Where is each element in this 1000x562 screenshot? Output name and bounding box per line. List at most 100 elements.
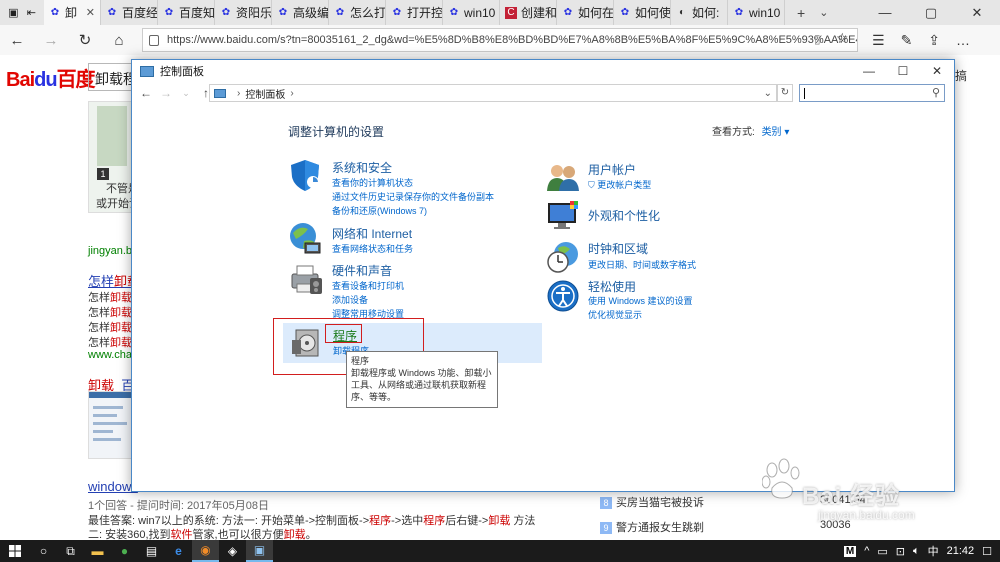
- monitor-palette-icon[interactable]: [546, 199, 582, 236]
- breadcrumb-separator-icon[interactable]: ›: [290, 88, 293, 99]
- category-link[interactable]: 使用 Windows 建议的设置: [588, 294, 693, 307]
- hot-list-item[interactable]: 8 买房当猫宅被投诉: [600, 494, 760, 510]
- tab-9[interactable]: ✿ 如何在: [557, 0, 614, 25]
- notification-icon[interactable]: ☐: [982, 545, 992, 558]
- chevron-down-icon[interactable]: ⌄: [764, 88, 776, 99]
- favorite-star-icon[interactable]: ☆: [836, 30, 849, 47]
- category-link[interactable]: 查看网络状态和任务: [332, 242, 413, 255]
- category-title[interactable]: 用户帐户: [588, 161, 636, 178]
- programs-tooltip: 程序 卸载程序或 Windows 功能、卸载小工具、从网络或通过联机获取新程序、…: [346, 351, 498, 408]
- firefox-icon[interactable]: ◉: [192, 540, 219, 562]
- close-tab-icon[interactable]: ✕: [86, 6, 95, 19]
- shield-icon[interactable]: [288, 158, 322, 195]
- forward-arrow-icon[interactable]: →: [34, 32, 68, 49]
- maximize-icon[interactable]: ☐: [886, 60, 920, 82]
- task-view-icon[interactable]: ⧉: [57, 540, 84, 562]
- address-bar[interactable]: https://www.baidu.com/s?tn=80035161_2_dg…: [142, 28, 858, 52]
- category-title[interactable]: 时钟和区域: [588, 240, 648, 257]
- view-by-dropdown[interactable]: 类别 ▾: [762, 127, 790, 138]
- volume-icon[interactable]: 🔈︎: [913, 545, 920, 558]
- result-thumbnail[interactable]: [88, 391, 133, 459]
- store-icon[interactable]: ▤: [138, 540, 165, 562]
- tray-up-chevron-icon[interactable]: ^: [864, 545, 869, 557]
- tab-3[interactable]: ✿ 资阳乐: [215, 0, 272, 25]
- search-icon[interactable]: ⚲: [932, 86, 940, 99]
- clock-time[interactable]: 21:42: [947, 545, 975, 557]
- file-explorer-icon[interactable]: ▬: [84, 540, 111, 562]
- control-panel-taskbar-icon[interactable]: ▣: [246, 540, 273, 562]
- home-icon[interactable]: ⌂: [102, 32, 136, 49]
- category-link[interactable]: 更改日期、时间或数字格式: [588, 258, 696, 271]
- 360-browser-icon[interactable]: ●: [111, 540, 138, 562]
- tab-label: win10: [464, 5, 496, 20]
- tab-active[interactable]: ✿ 卸 ✕: [44, 0, 101, 25]
- edge-icon[interactable]: e: [165, 540, 192, 562]
- forward-arrow-icon[interactable]: →: [156, 86, 176, 100]
- minimize-icon[interactable]: —: [862, 0, 908, 25]
- category-link[interactable]: 添加设备: [332, 293, 368, 306]
- baidu-logo[interactable]: Baidu百度: [6, 63, 96, 92]
- close-window-icon[interactable]: ✕: [954, 0, 1000, 25]
- media-app-icon[interactable]: ◈: [219, 540, 246, 562]
- breadcrumb-separator-icon[interactable]: ›: [237, 88, 240, 99]
- category-title[interactable]: 系统和安全: [332, 159, 392, 176]
- hot-text: 警方通报女生跳剃: [616, 522, 704, 534]
- top-right-link[interactable]: 搞: [955, 67, 967, 84]
- category-link[interactable]: 查看你的计算机状态: [332, 176, 413, 189]
- tab-8[interactable]: C 创建和: [500, 0, 557, 25]
- tab-12[interactable]: ✿ win10: [728, 0, 785, 25]
- category-title[interactable]: 硬件和声音: [332, 262, 392, 279]
- reading-view-icon[interactable]: ▯: [814, 32, 821, 46]
- refresh-icon[interactable]: ↻: [68, 31, 102, 49]
- line-highlight: 卸载: [110, 337, 132, 349]
- category-link[interactable]: ⛉ 更改帐户类型: [588, 178, 651, 191]
- cortana-search-icon[interactable]: ○: [30, 540, 57, 562]
- refresh-icon[interactable]: ↻: [777, 84, 793, 102]
- clock-globe-icon[interactable]: [546, 240, 580, 277]
- category-title[interactable]: 网络和 Internet: [332, 225, 412, 242]
- ime-language[interactable]: 中: [928, 543, 939, 559]
- ime-mode-indicator[interactable]: M: [843, 545, 857, 557]
- tab-back-icon[interactable]: ⇤: [27, 6, 36, 19]
- hub-icon[interactable]: ☰: [872, 32, 885, 49]
- more-icon[interactable]: …: [956, 32, 970, 48]
- category-link[interactable]: 备份和还原(Windows 7): [332, 204, 427, 217]
- user-accounts-icon[interactable]: [546, 162, 580, 195]
- app-tray-icon[interactable]: ▭: [877, 545, 887, 558]
- tab-4[interactable]: ✿ 高级编: [272, 0, 329, 25]
- category-title[interactable]: 外观和个性化: [588, 207, 660, 224]
- back-arrow-icon[interactable]: ←: [0, 32, 34, 49]
- tab-list-chevron-icon[interactable]: ⌄: [819, 6, 828, 19]
- breadcrumb-item[interactable]: 控制面板: [245, 86, 285, 101]
- share-icon[interactable]: ⇪: [928, 32, 940, 49]
- globe-network-icon[interactable]: [288, 221, 322, 258]
- window-title-bar[interactable]: 控制面板 — ☐ ✕: [132, 60, 954, 82]
- recent-chevron-icon[interactable]: ⌄: [176, 88, 196, 99]
- back-arrow-icon[interactable]: ←: [136, 86, 156, 100]
- new-tab-icon[interactable]: +: [797, 5, 805, 21]
- category-title[interactable]: 轻松使用: [588, 278, 636, 295]
- ease-of-access-icon[interactable]: [546, 279, 580, 316]
- tab-preview-icon[interactable]: ▣: [8, 6, 18, 19]
- pen-icon[interactable]: ✎: [901, 32, 913, 49]
- maximize-icon[interactable]: ▢: [908, 0, 954, 25]
- tab-6[interactable]: ✿ 打开控: [386, 0, 443, 25]
- uac-shield-icon: ⛉: [588, 180, 595, 190]
- tab-5[interactable]: ✿ 怎么打: [329, 0, 386, 25]
- search-input[interactable]: ⚲: [799, 84, 945, 102]
- minimize-icon[interactable]: —: [852, 60, 886, 82]
- tab-1[interactable]: ✿ 百度经: [101, 0, 158, 25]
- category-link[interactable]: 通过文件历史记录保存你的文件备份副本: [332, 190, 494, 203]
- network-icon[interactable]: ⊡: [896, 545, 905, 558]
- close-icon[interactable]: ✕: [920, 60, 954, 82]
- tab-10[interactable]: ✿ 如何使: [614, 0, 671, 25]
- breadcrumb[interactable]: › 控制面板 › ⌄: [209, 84, 777, 102]
- category-link[interactable]: 优化视觉显示: [588, 308, 642, 321]
- hot-list-item[interactable]: 9 警方通报女生跳剃: [600, 519, 760, 535]
- tab-2[interactable]: ✿ 百度知: [158, 0, 215, 25]
- tab-7[interactable]: ✿ win10: [443, 0, 500, 25]
- tab-11[interactable]: ◐ 如何:: [671, 0, 728, 25]
- category-link[interactable]: 查看设备和打印机: [332, 279, 404, 292]
- printer-icon[interactable]: [288, 260, 324, 299]
- windows-start-icon[interactable]: [0, 540, 30, 562]
